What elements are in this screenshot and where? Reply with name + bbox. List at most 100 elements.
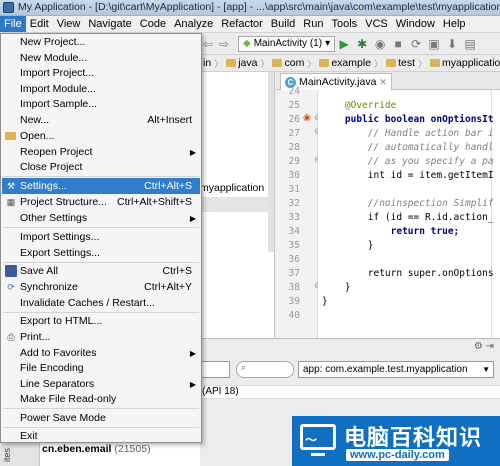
- menu-refactor[interactable]: Refactor: [217, 16, 267, 32]
- menu-item-other-settings[interactable]: Other Settings ▶: [2, 210, 200, 226]
- app-selector-label: app: com.example.test.myapplication: [303, 364, 468, 375]
- menu-item-exit[interactable]: Exit: [2, 428, 200, 444]
- menu-bar: File Edit View Navigate Code Analyze Ref…: [0, 16, 500, 33]
- menu-item-export-html[interactable]: Export to HTML...: [2, 313, 200, 329]
- menu-item-reopen-project[interactable]: Reopen Project ▶: [2, 144, 200, 160]
- breadcrumb-item-main[interactable]: in: [200, 57, 214, 69]
- breadcrumb-separator: 〉: [260, 58, 270, 69]
- menu-item-print[interactable]: ⎙ Print...: [2, 329, 200, 345]
- menu-file[interactable]: File: [0, 16, 26, 32]
- breadcrumb-separator: 〉: [418, 58, 428, 69]
- breadcrumb: in 〉 java 〉 com 〉 example 〉 test 〉 myapp…: [200, 55, 500, 72]
- favorites-tool-label[interactable]: ites: [2, 448, 12, 462]
- menu-item-new-project[interactable]: New Project...: [2, 34, 200, 50]
- project-tree-item-selected[interactable]: [200, 197, 272, 212]
- menu-item-import-sample[interactable]: Import Sample...: [2, 96, 200, 112]
- menu-tools[interactable]: Tools: [327, 16, 361, 32]
- menu-separator: [3, 176, 199, 177]
- menu-help[interactable]: Help: [439, 16, 470, 32]
- menu-item-file-encoding[interactable]: File Encoding: [2, 360, 200, 376]
- device-api-label: (API 18): [200, 385, 500, 399]
- stop-icon[interactable]: ■: [389, 37, 407, 51]
- pulse-icon: 〜: [305, 433, 318, 447]
- code-line: return super.onOptions: [322, 268, 494, 279]
- hide-panel-icon[interactable]: ⇥: [486, 341, 494, 352]
- run-config-selector[interactable]: ◆ MainActivity (1) ▾: [238, 35, 336, 52]
- android-icon: ◆: [243, 37, 251, 49]
- menu-item-invalidate-caches[interactable]: Invalidate Caches / Restart...: [2, 295, 200, 311]
- code-line: // as you specify a pa: [322, 156, 494, 167]
- menu-item-power-save-mode[interactable]: Power Save Mode: [2, 410, 200, 426]
- breadcrumb-item-example[interactable]: example: [316, 57, 374, 69]
- menu-item-close-project[interactable]: Close Project: [2, 159, 200, 175]
- menu-code[interactable]: Code: [136, 16, 170, 32]
- menu-run[interactable]: Run: [299, 16, 327, 32]
- sdk-manager-icon[interactable]: ⬇: [443, 37, 461, 51]
- attach-icon[interactable]: ◉: [371, 37, 389, 51]
- wrench-icon: ⚒: [6, 181, 16, 191]
- line-number: 37: [288, 268, 300, 279]
- sync-icon: ⟳: [7, 282, 15, 292]
- line-number: 40: [288, 310, 300, 321]
- site-watermark: 〜 电脑百科知识 www.pc-daily.com: [292, 416, 500, 466]
- menu-item-import-settings[interactable]: Import Settings...: [2, 229, 200, 245]
- menu-vcs[interactable]: VCS: [361, 16, 392, 32]
- menu-item-save-all[interactable]: Save All Ctrl+S: [2, 263, 200, 279]
- breadcrumb-separator: 〉: [307, 58, 317, 69]
- code-line: // Handle action bar i: [322, 128, 494, 139]
- submenu-arrow-icon: ▶: [189, 147, 196, 157]
- menu-window[interactable]: Window: [392, 16, 439, 32]
- device-selector[interactable]: [200, 361, 230, 378]
- folder-icon: [386, 59, 397, 67]
- sync-icon[interactable]: ⟳: [407, 37, 425, 51]
- menu-navigate[interactable]: Navigate: [84, 16, 135, 32]
- gear-icon[interactable]: ⚙: [474, 341, 483, 352]
- line-number: 38: [288, 282, 300, 293]
- breadcrumb-separator: 〉: [374, 58, 384, 69]
- menu-item-make-read-only[interactable]: Make File Read-only: [2, 391, 200, 407]
- app-selector[interactable]: app: com.example.test.myapplication ▼: [298, 361, 494, 378]
- run-icon[interactable]: ▶: [335, 37, 353, 51]
- forward-icon[interactable]: ⇨: [216, 37, 232, 51]
- menu-item-project-structure[interactable]: ▦ Project Structure... Ctrl+Alt+Shift+S: [2, 194, 200, 210]
- chevron-down-icon: ▼: [482, 365, 490, 374]
- debug-icon[interactable]: ✱: [353, 37, 371, 51]
- breadcrumb-item-myapplication[interactable]: myapplication: [427, 57, 500, 69]
- main-toolbar: ⇦ ⇨ ◆ MainActivity (1) ▾ ▶ ✱ ◉ ■ ⟳ ▣ ⬇ ▤: [200, 33, 500, 55]
- editor-tab-bar: C MainActivity.java ✕: [276, 72, 500, 90]
- menu-item-line-separators[interactable]: Line Separators ▶: [2, 376, 200, 392]
- menu-item-add-to-favorites[interactable]: Add to Favorites ▶: [2, 345, 200, 361]
- breadcrumb-item-java[interactable]: java: [223, 57, 260, 69]
- menu-item-synchronize[interactable]: ⟳ Synchronize Ctrl+Alt+Y: [2, 279, 200, 295]
- list-item[interactable]: cn.eben.email (21505): [42, 443, 151, 455]
- menu-item-import-module[interactable]: Import Module...: [2, 81, 200, 97]
- back-icon[interactable]: ⇦: [200, 37, 216, 51]
- override-icon[interactable]: ◉: [303, 112, 311, 123]
- menu-item-export-settings[interactable]: Export Settings...: [2, 245, 200, 261]
- menu-edit[interactable]: Edit: [26, 16, 53, 32]
- menu-item-new[interactable]: New... Alt+Insert: [2, 112, 200, 128]
- code-line: }: [322, 296, 328, 307]
- line-number: 36: [288, 254, 300, 265]
- code-line: }: [322, 240, 374, 251]
- menu-item-settings[interactable]: ⚒ Settings... Ctrl+Alt+S: [2, 178, 200, 194]
- project-tree-item[interactable]: myapplication: [200, 182, 264, 194]
- code-editor[interactable]: @Override public boolean onOptionsIt // …: [318, 90, 500, 360]
- menu-item-open[interactable]: Open...: [2, 128, 200, 144]
- search-input[interactable]: ⌕: [236, 361, 294, 378]
- menu-analyze[interactable]: Analyze: [170, 16, 217, 32]
- close-icon[interactable]: ✕: [379, 75, 387, 90]
- menu-build[interactable]: Build: [267, 16, 299, 32]
- breadcrumb-item-com[interactable]: com: [269, 57, 307, 69]
- menu-item-new-module[interactable]: New Module...: [2, 50, 200, 66]
- code-line: // automatically handl: [322, 142, 494, 153]
- project-panel: myapplication: [200, 72, 275, 360]
- menu-item-import-project[interactable]: Import Project...: [2, 65, 200, 81]
- monitor-icon[interactable]: ▤: [461, 37, 479, 51]
- project-scrollbar[interactable]: [268, 72, 274, 252]
- avd-manager-icon[interactable]: ▣: [425, 37, 443, 51]
- submenu-arrow-icon: ▶: [189, 213, 196, 223]
- menu-view[interactable]: View: [53, 16, 85, 32]
- run-config-label: MainActivity (1): [253, 37, 323, 49]
- breadcrumb-item-test[interactable]: test: [383, 57, 418, 69]
